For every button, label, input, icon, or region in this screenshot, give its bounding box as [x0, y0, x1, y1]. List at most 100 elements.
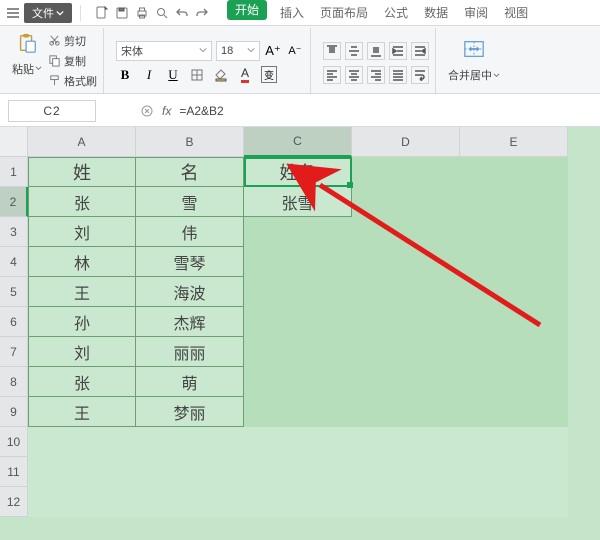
- cell-A5[interactable]: 王: [28, 277, 136, 307]
- cell-B10[interactable]: [136, 427, 244, 457]
- cell-E9[interactable]: [460, 397, 568, 427]
- cell-D4[interactable]: [352, 247, 460, 277]
- cell-A4[interactable]: 林: [28, 247, 136, 277]
- increase-indent-icon[interactable]: [389, 42, 407, 60]
- cell-D12[interactable]: [352, 487, 460, 517]
- cell-B1[interactable]: 名: [136, 157, 244, 187]
- justify-icon[interactable]: [389, 66, 407, 84]
- cell-D11[interactable]: [352, 457, 460, 487]
- row-header-11[interactable]: 11: [0, 457, 28, 487]
- cell-E8[interactable]: [460, 367, 568, 397]
- select-all-corner[interactable]: [0, 127, 28, 157]
- tab-review[interactable]: 审阅: [461, 0, 491, 26]
- cell-D2[interactable]: [352, 187, 460, 217]
- italic-button[interactable]: I: [140, 66, 158, 84]
- new-doc-icon[interactable]: [95, 6, 109, 20]
- cell-E1[interactable]: [460, 157, 568, 187]
- cell-C5[interactable]: [244, 277, 352, 307]
- row-header-8[interactable]: 8: [0, 367, 28, 397]
- cell-C1[interactable]: 姓名: [244, 157, 352, 187]
- cell-E5[interactable]: [460, 277, 568, 307]
- cell-B12[interactable]: [136, 487, 244, 517]
- cell-D1[interactable]: [352, 157, 460, 187]
- cell-A2[interactable]: 张: [28, 187, 136, 217]
- row-header-5[interactable]: 5: [0, 277, 28, 307]
- cell-D9[interactable]: [352, 397, 460, 427]
- undo-icon[interactable]: [175, 6, 189, 20]
- cell-B6[interactable]: 杰辉: [136, 307, 244, 337]
- cell-E7[interactable]: [460, 337, 568, 367]
- align-middle-icon[interactable]: [345, 42, 363, 60]
- spreadsheet-grid[interactable]: ABCDE1姓名姓名2张雪张雪3刘伟4林雪琴5王海波6孙杰辉7刘丽丽8张萌9王梦…: [0, 127, 600, 540]
- cell-C11[interactable]: [244, 457, 352, 487]
- cell-C3[interactable]: [244, 217, 352, 247]
- fx-icon[interactable]: fx: [158, 104, 175, 118]
- row-header-2[interactable]: 2: [0, 187, 28, 217]
- paste-button[interactable]: 粘贴: [12, 32, 42, 77]
- cell-A7[interactable]: 刘: [28, 337, 136, 367]
- row-header-7[interactable]: 7: [0, 337, 28, 367]
- tab-data[interactable]: 数据: [421, 0, 451, 26]
- merge-icon[interactable]: [463, 38, 485, 65]
- tab-insert[interactable]: 插入: [277, 0, 307, 26]
- app-menu-icon[interactable]: [6, 6, 20, 20]
- cancel-formula-icon[interactable]: [136, 100, 158, 122]
- cell-C12[interactable]: [244, 487, 352, 517]
- align-center-icon[interactable]: [345, 66, 363, 84]
- format-painter-button[interactable]: 格式刷: [48, 72, 97, 90]
- cell-D3[interactable]: [352, 217, 460, 247]
- row-header-9[interactable]: 9: [0, 397, 28, 427]
- cell-C8[interactable]: [244, 367, 352, 397]
- increase-font-icon[interactable]: A⁺: [264, 42, 282, 60]
- wrap-text-icon[interactable]: [411, 66, 429, 84]
- cell-A11[interactable]: [28, 457, 136, 487]
- tab-layout[interactable]: 页面布局: [317, 0, 371, 26]
- cell-B9[interactable]: 梦丽: [136, 397, 244, 427]
- tab-start[interactable]: 开始: [227, 0, 267, 20]
- cell-D8[interactable]: [352, 367, 460, 397]
- cell-E11[interactable]: [460, 457, 568, 487]
- row-header-3[interactable]: 3: [0, 217, 28, 247]
- copy-button[interactable]: 复制: [48, 52, 97, 70]
- cell-E10[interactable]: [460, 427, 568, 457]
- row-header-6[interactable]: 6: [0, 307, 28, 337]
- tab-formula[interactable]: 公式: [381, 0, 411, 26]
- font-color-button[interactable]: A: [236, 66, 254, 84]
- cell-D6[interactable]: [352, 307, 460, 337]
- print-icon[interactable]: [135, 6, 149, 20]
- cell-B2[interactable]: 雪: [136, 187, 244, 217]
- row-header-1[interactable]: 1: [0, 157, 28, 187]
- cell-C2[interactable]: 张雪: [244, 187, 352, 217]
- align-left-icon[interactable]: [323, 66, 341, 84]
- border-button[interactable]: [188, 66, 206, 84]
- cell-B4[interactable]: 雪琴: [136, 247, 244, 277]
- cell-B11[interactable]: [136, 457, 244, 487]
- cell-B5[interactable]: 海波: [136, 277, 244, 307]
- cell-C7[interactable]: [244, 337, 352, 367]
- underline-button[interactable]: U: [164, 66, 182, 84]
- preview-icon[interactable]: [155, 6, 169, 20]
- row-header-4[interactable]: 4: [0, 247, 28, 277]
- col-header-C[interactable]: C: [244, 127, 352, 157]
- cell-C10[interactable]: [244, 427, 352, 457]
- decrease-indent-icon[interactable]: [411, 42, 429, 60]
- cell-A6[interactable]: 孙: [28, 307, 136, 337]
- save-icon[interactable]: [115, 6, 129, 20]
- file-menu[interactable]: 文件: [24, 3, 72, 23]
- row-header-12[interactable]: 12: [0, 487, 28, 517]
- cell-D7[interactable]: [352, 337, 460, 367]
- cell-C6[interactable]: [244, 307, 352, 337]
- bold-button[interactable]: B: [116, 66, 134, 84]
- cell-E6[interactable]: [460, 307, 568, 337]
- cell-C9[interactable]: [244, 397, 352, 427]
- row-header-10[interactable]: 10: [0, 427, 28, 457]
- cell-A12[interactable]: [28, 487, 136, 517]
- col-header-D[interactable]: D: [352, 127, 460, 157]
- cell-E12[interactable]: [460, 487, 568, 517]
- font-size-combo[interactable]: 18: [216, 41, 260, 61]
- decrease-font-icon[interactable]: A⁻: [286, 42, 304, 60]
- cell-B8[interactable]: 萌: [136, 367, 244, 397]
- cell-B3[interactable]: 伟: [136, 217, 244, 247]
- cell-B7[interactable]: 丽丽: [136, 337, 244, 367]
- tab-view[interactable]: 视图: [501, 0, 531, 26]
